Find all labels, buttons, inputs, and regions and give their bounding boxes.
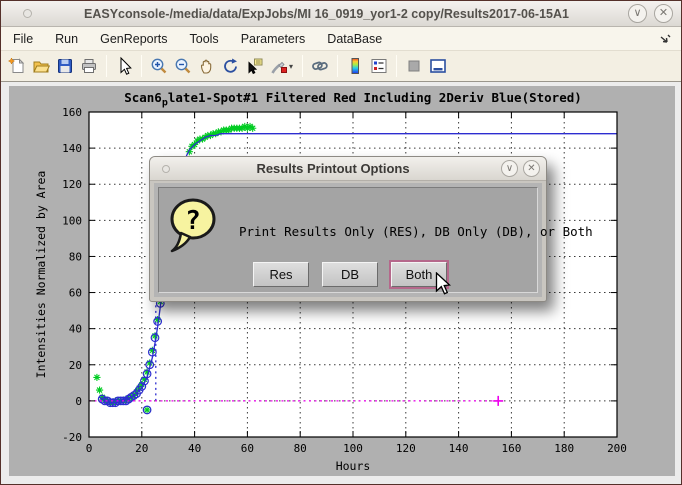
window-menu-icon[interactable] — [23, 9, 32, 18]
svg-text:60: 60 — [241, 442, 254, 455]
svg-text:120: 120 — [396, 442, 416, 455]
menu-overflow-arrow-icon[interactable] — [659, 32, 671, 50]
db-button[interactable]: DB — [322, 262, 378, 287]
insert-colorbar-icon[interactable] — [343, 54, 367, 78]
svg-text:20: 20 — [135, 442, 148, 455]
edit-pointer-icon[interactable] — [112, 54, 136, 78]
svg-text:40: 40 — [69, 323, 82, 336]
figure-toolbar: ▾ — [1, 51, 681, 82]
chevron-down-icon: ∨ — [506, 164, 513, 174]
toolbar-separator — [141, 55, 142, 77]
rotate-3d-icon[interactable] — [219, 54, 243, 78]
svg-text:140: 140 — [449, 442, 469, 455]
toolbar-separator — [106, 55, 107, 77]
show-plot-tools-icon[interactable] — [426, 54, 450, 78]
open-file-icon[interactable] — [29, 54, 53, 78]
dialog-message: Print Results Only (RES), DB Only (DB), … — [239, 224, 593, 239]
menu-genreports[interactable]: GenReports — [92, 29, 175, 49]
brush-dropdown-caret-icon[interactable]: ▾ — [289, 62, 297, 71]
dialog-close-button[interactable]: ✕ — [523, 160, 540, 177]
res-button[interactable]: Res — [253, 262, 309, 287]
svg-text:0: 0 — [86, 442, 93, 455]
window-shade-button[interactable]: ∨ — [628, 4, 647, 23]
dialog-menu-icon — [162, 165, 170, 173]
svg-text:120: 120 — [62, 178, 82, 191]
pan-hand-icon[interactable] — [195, 54, 219, 78]
svg-text:100: 100 — [62, 214, 82, 227]
svg-text:20: 20 — [69, 359, 82, 372]
svg-text:180: 180 — [554, 442, 574, 455]
window-title: EASYconsole-/media/data/ExpJobs/MI 16_09… — [32, 7, 621, 21]
dialog-panel: ? Print Results Only (RES), DB Only (DB)… — [158, 187, 538, 293]
svg-text:40: 40 — [188, 442, 201, 455]
close-icon: ✕ — [527, 164, 535, 174]
brush-data-icon[interactable] — [267, 54, 291, 78]
dialog-shade-button[interactable]: ∨ — [501, 160, 518, 177]
dialog-button-row: Res DB Both — [253, 262, 447, 287]
svg-text:Scan6plate1-Spot#1 Filtered Re: Scan6plate1-Spot#1 Filtered Red Includin… — [124, 90, 582, 109]
hide-plot-tools-icon[interactable] — [402, 54, 426, 78]
svg-text:160: 160 — [501, 442, 521, 455]
svg-text:?: ? — [185, 206, 201, 236]
new-figure-icon[interactable] — [5, 54, 29, 78]
toolbar-separator — [337, 55, 338, 77]
svg-text:80: 80 — [294, 442, 307, 455]
close-icon: ✕ — [659, 8, 668, 19]
chevron-down-icon: ∨ — [633, 8, 641, 19]
mouse-cursor-icon — [435, 272, 455, 296]
zoom-out-icon[interactable] — [171, 54, 195, 78]
svg-text:60: 60 — [69, 287, 82, 300]
toolbar-separator — [302, 55, 303, 77]
results-printout-options-dialog: Results Printout Options ∨ ✕ ? Print Res… — [149, 156, 547, 302]
save-figure-icon[interactable] — [53, 54, 77, 78]
menu-parameters[interactable]: Parameters — [233, 29, 314, 49]
svg-text:80: 80 — [69, 250, 82, 263]
question-bubble-icon: ? — [166, 196, 222, 254]
svg-text:Hours: Hours — [336, 459, 371, 473]
dialog-title: Results Printout Options — [170, 161, 496, 176]
window-titlebar: EASYconsole-/media/data/ExpJobs/MI 16_09… — [1, 1, 681, 27]
svg-text:160: 160 — [62, 106, 82, 119]
menu-bar: File Run GenReports Tools Parameters Dat… — [1, 27, 681, 51]
insert-legend-icon[interactable] — [367, 54, 391, 78]
dialog-titlebar[interactable]: Results Printout Options ∨ ✕ — [150, 157, 546, 181]
svg-text:-20: -20 — [62, 431, 82, 444]
svg-text:0: 0 — [75, 395, 82, 408]
link-plots-icon[interactable] — [308, 54, 332, 78]
svg-text:Intensities Normalized by Area: Intensities Normalized by Area — [34, 171, 48, 379]
menu-file[interactable]: File — [5, 29, 41, 49]
toolbar-separator — [396, 55, 397, 77]
menu-run[interactable]: Run — [47, 29, 86, 49]
zoom-in-icon[interactable] — [147, 54, 171, 78]
menu-tools[interactable]: Tools — [182, 29, 227, 49]
print-figure-icon[interactable] — [77, 54, 101, 78]
data-cursor-icon[interactable] — [243, 54, 267, 78]
window-close-button[interactable]: ✕ — [654, 4, 673, 23]
application-window: EASYconsole-/media/data/ExpJobs/MI 16_09… — [0, 0, 682, 485]
svg-text:100: 100 — [343, 442, 363, 455]
menu-database[interactable]: DataBase — [319, 29, 390, 49]
svg-text:140: 140 — [62, 142, 82, 155]
svg-text:200: 200 — [607, 442, 627, 455]
dialog-body: ? Print Results Only (RES), DB Only (DB)… — [154, 183, 542, 297]
